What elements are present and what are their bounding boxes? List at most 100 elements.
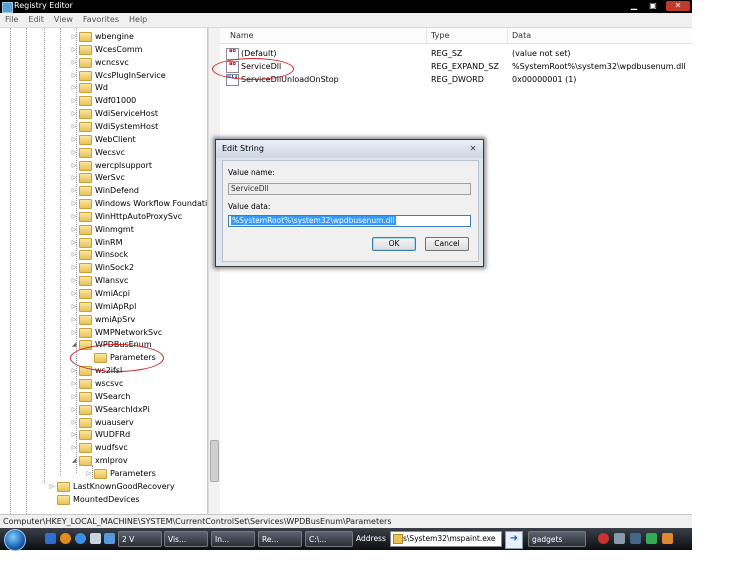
expand-arrow-icon[interactable]: ▷	[69, 248, 79, 261]
tree-item[interactable]: ▷ WebClient	[69, 133, 136, 146]
taskbar-cmd-btn[interactable]: C:\...	[305, 531, 353, 547]
close-button[interactable]: ✕	[666, 1, 690, 11]
expand-arrow-icon[interactable]: ▷	[69, 274, 79, 287]
tree-item[interactable]: ▷ WinRM	[69, 236, 123, 249]
collapse-arrow-icon[interactable]: ◢	[69, 454, 79, 467]
expand-arrow-icon[interactable]: ▷	[69, 403, 79, 416]
expand-arrow-icon[interactable]: ▷	[69, 377, 79, 390]
minimize-button[interactable]: ▁	[626, 1, 642, 11]
expand-arrow-icon[interactable]: ▷	[69, 287, 79, 300]
tray-icon-4[interactable]	[646, 533, 657, 544]
key-tree[interactable]: ▷ wbengine ▷ WcesComm ▷ wcncsvc ▷ WcsPlugInServ…	[0, 28, 208, 514]
expand-arrow-icon[interactable]: ▷	[69, 171, 79, 184]
tree-item[interactable]: ▷ WinSock2	[69, 261, 134, 274]
expand-arrow-icon[interactable]: ▷	[69, 43, 79, 56]
tree-item[interactable]: ▷ WcesComm	[69, 43, 142, 56]
tree-item[interactable]: ▷ WmiApRpl	[69, 300, 136, 313]
tree-item[interactable]: MountedDevices	[47, 493, 140, 506]
expand-arrow-icon[interactable]: ▷	[47, 480, 57, 493]
value-row[interactable]: ab ServiceDll REG_EXPAND_SZ %SystemRoot%\sy…	[226, 60, 686, 73]
tree-item[interactable]: ▷ WSearch	[69, 390, 130, 403]
tree-item[interactable]: ▷ WUDFRd	[69, 428, 130, 441]
ok-button[interactable]: OK	[372, 237, 416, 251]
expand-arrow-icon[interactable]: ▷	[69, 81, 79, 94]
column-name[interactable]: Name	[226, 28, 427, 43]
expand-arrow-icon[interactable]: ▷	[69, 313, 79, 326]
menu-file[interactable]: File	[0, 13, 23, 26]
tree-item[interactable]: ▷ wercplsupport	[69, 159, 152, 172]
expand-arrow-icon[interactable]: ▷	[69, 133, 79, 146]
taskbar-regedit-btn[interactable]: Re...	[258, 531, 302, 547]
expand-arrow-icon[interactable]: ▷	[69, 428, 79, 441]
expand-arrow-icon[interactable]: ▷	[69, 236, 79, 249]
column-type[interactable]: Type	[427, 28, 508, 43]
taskbar-ie-btn[interactable]: In...	[211, 531, 255, 547]
tree-item[interactable]: ▷ WinHttpAutoProxySvc	[69, 210, 182, 223]
cancel-button[interactable]: Cancel	[425, 237, 469, 251]
expand-arrow-icon[interactable]: ▷	[84, 467, 94, 480]
expand-arrow-icon[interactable]: ▷	[69, 120, 79, 133]
ie-icon[interactable]	[75, 533, 86, 544]
gadgets-button[interactable]: gadgets	[528, 531, 586, 547]
tree-item[interactable]: ▷ wscsvc	[69, 377, 123, 390]
tree-item[interactable]: ▷ wbengine	[69, 30, 134, 43]
tree-item[interactable]: ▷ WdiSystemHost	[69, 120, 158, 133]
expand-arrow-icon[interactable]: ▷	[69, 107, 79, 120]
tray-icon-2[interactable]	[614, 533, 625, 544]
menu-view[interactable]: View	[49, 13, 78, 26]
expand-arrow-icon[interactable]: ▷	[69, 210, 79, 223]
dialog-close-button[interactable]: ✕	[466, 143, 480, 154]
expand-arrow-icon[interactable]: ▷	[69, 441, 79, 454]
column-data[interactable]: Data	[508, 28, 692, 43]
tree-item[interactable]: ▷ LastKnownGoodRecovery	[47, 480, 175, 493]
tray-icon-1[interactable]	[598, 533, 609, 544]
expand-arrow-icon[interactable]: ▷	[69, 184, 79, 197]
tree-item[interactable]: ▷ Winsock	[69, 248, 128, 261]
expand-arrow-icon[interactable]: ▷	[69, 364, 79, 377]
tree-item[interactable]: ▷ wudfsvc	[69, 441, 128, 454]
tree-scroll-thumb[interactable]	[210, 440, 219, 482]
tree-item[interactable]: ▷ Wdf01000	[69, 94, 136, 107]
menu-favorites[interactable]: Favorites	[78, 13, 124, 26]
tree-item[interactable]: ▷ WmiAcpi	[69, 287, 130, 300]
tree-item[interactable]: ▷ WSearchIdxPi	[69, 403, 149, 416]
tree-item[interactable]: ▷ wuauserv	[69, 416, 134, 429]
tree-item[interactable]: ▷ WcsPlugInService	[69, 69, 166, 82]
tree-item[interactable]: ◢ xmlprov	[69, 454, 128, 467]
value-data-input[interactable]: %SystemRoot%\system32\wpdbusenum.dll	[228, 215, 471, 227]
tree-item[interactable]: ▷ WdiServiceHost	[69, 107, 158, 120]
values-list[interactable]	[220, 28, 692, 514]
tree-item[interactable]: ▷ Wlansvc	[69, 274, 128, 287]
tree-item[interactable]: ▷ wcncsvc	[69, 56, 129, 69]
expand-arrow-icon[interactable]: ▷	[69, 69, 79, 82]
tree-item[interactable]: ▷ Windows Workflow Foundation	[69, 197, 207, 210]
tree-item[interactable]: ▷ WinDefend	[69, 184, 139, 197]
go-button[interactable]: ➜	[505, 531, 523, 549]
expand-arrow-icon[interactable]: ▷	[69, 261, 79, 274]
firefox-icon[interactable]	[60, 533, 71, 544]
taskbar-vista-btn[interactable]: Vis...	[164, 531, 208, 547]
expand-arrow-icon[interactable]: ▷	[69, 416, 79, 429]
switch-windows-icon[interactable]	[90, 533, 101, 544]
tree-item[interactable]: ▷ WerSvc	[69, 171, 125, 184]
tray-icon-5[interactable]	[662, 533, 673, 544]
expand-arrow-icon[interactable]: ▷	[69, 56, 79, 69]
maximize-button[interactable]: ▣	[645, 1, 661, 11]
expand-arrow-icon[interactable]: ▷	[69, 223, 79, 236]
value-row[interactable]: ab (Default) REG_SZ (value not set)	[226, 47, 686, 60]
value-row[interactable]: 011 ServiceDllUnloadOnStop REG_DWORD 0x0000…	[226, 73, 686, 86]
address-input[interactable]: s\System32\mspaint.exe	[390, 531, 502, 547]
tree-item[interactable]: ▷ Winmgmt	[69, 223, 134, 236]
menu-help[interactable]: Help	[124, 13, 152, 26]
tree-item[interactable]: ▷ Wd	[69, 81, 108, 94]
expand-arrow-icon[interactable]: ▷	[69, 159, 79, 172]
expand-arrow-icon[interactable]: ▷	[69, 390, 79, 403]
expand-arrow-icon[interactable]: ▷	[69, 94, 79, 107]
media-icon[interactable]	[104, 533, 115, 544]
expand-arrow-icon[interactable]: ▷	[69, 300, 79, 313]
taskbar-group-2v[interactable]: 2 V	[118, 531, 162, 547]
expand-arrow-icon[interactable]: ▷	[69, 326, 79, 339]
tree-item[interactable]: ▷ wmiApSrv	[69, 313, 135, 326]
menu-edit[interactable]: Edit	[23, 13, 49, 26]
expand-arrow-icon[interactable]: ▷	[69, 30, 79, 43]
